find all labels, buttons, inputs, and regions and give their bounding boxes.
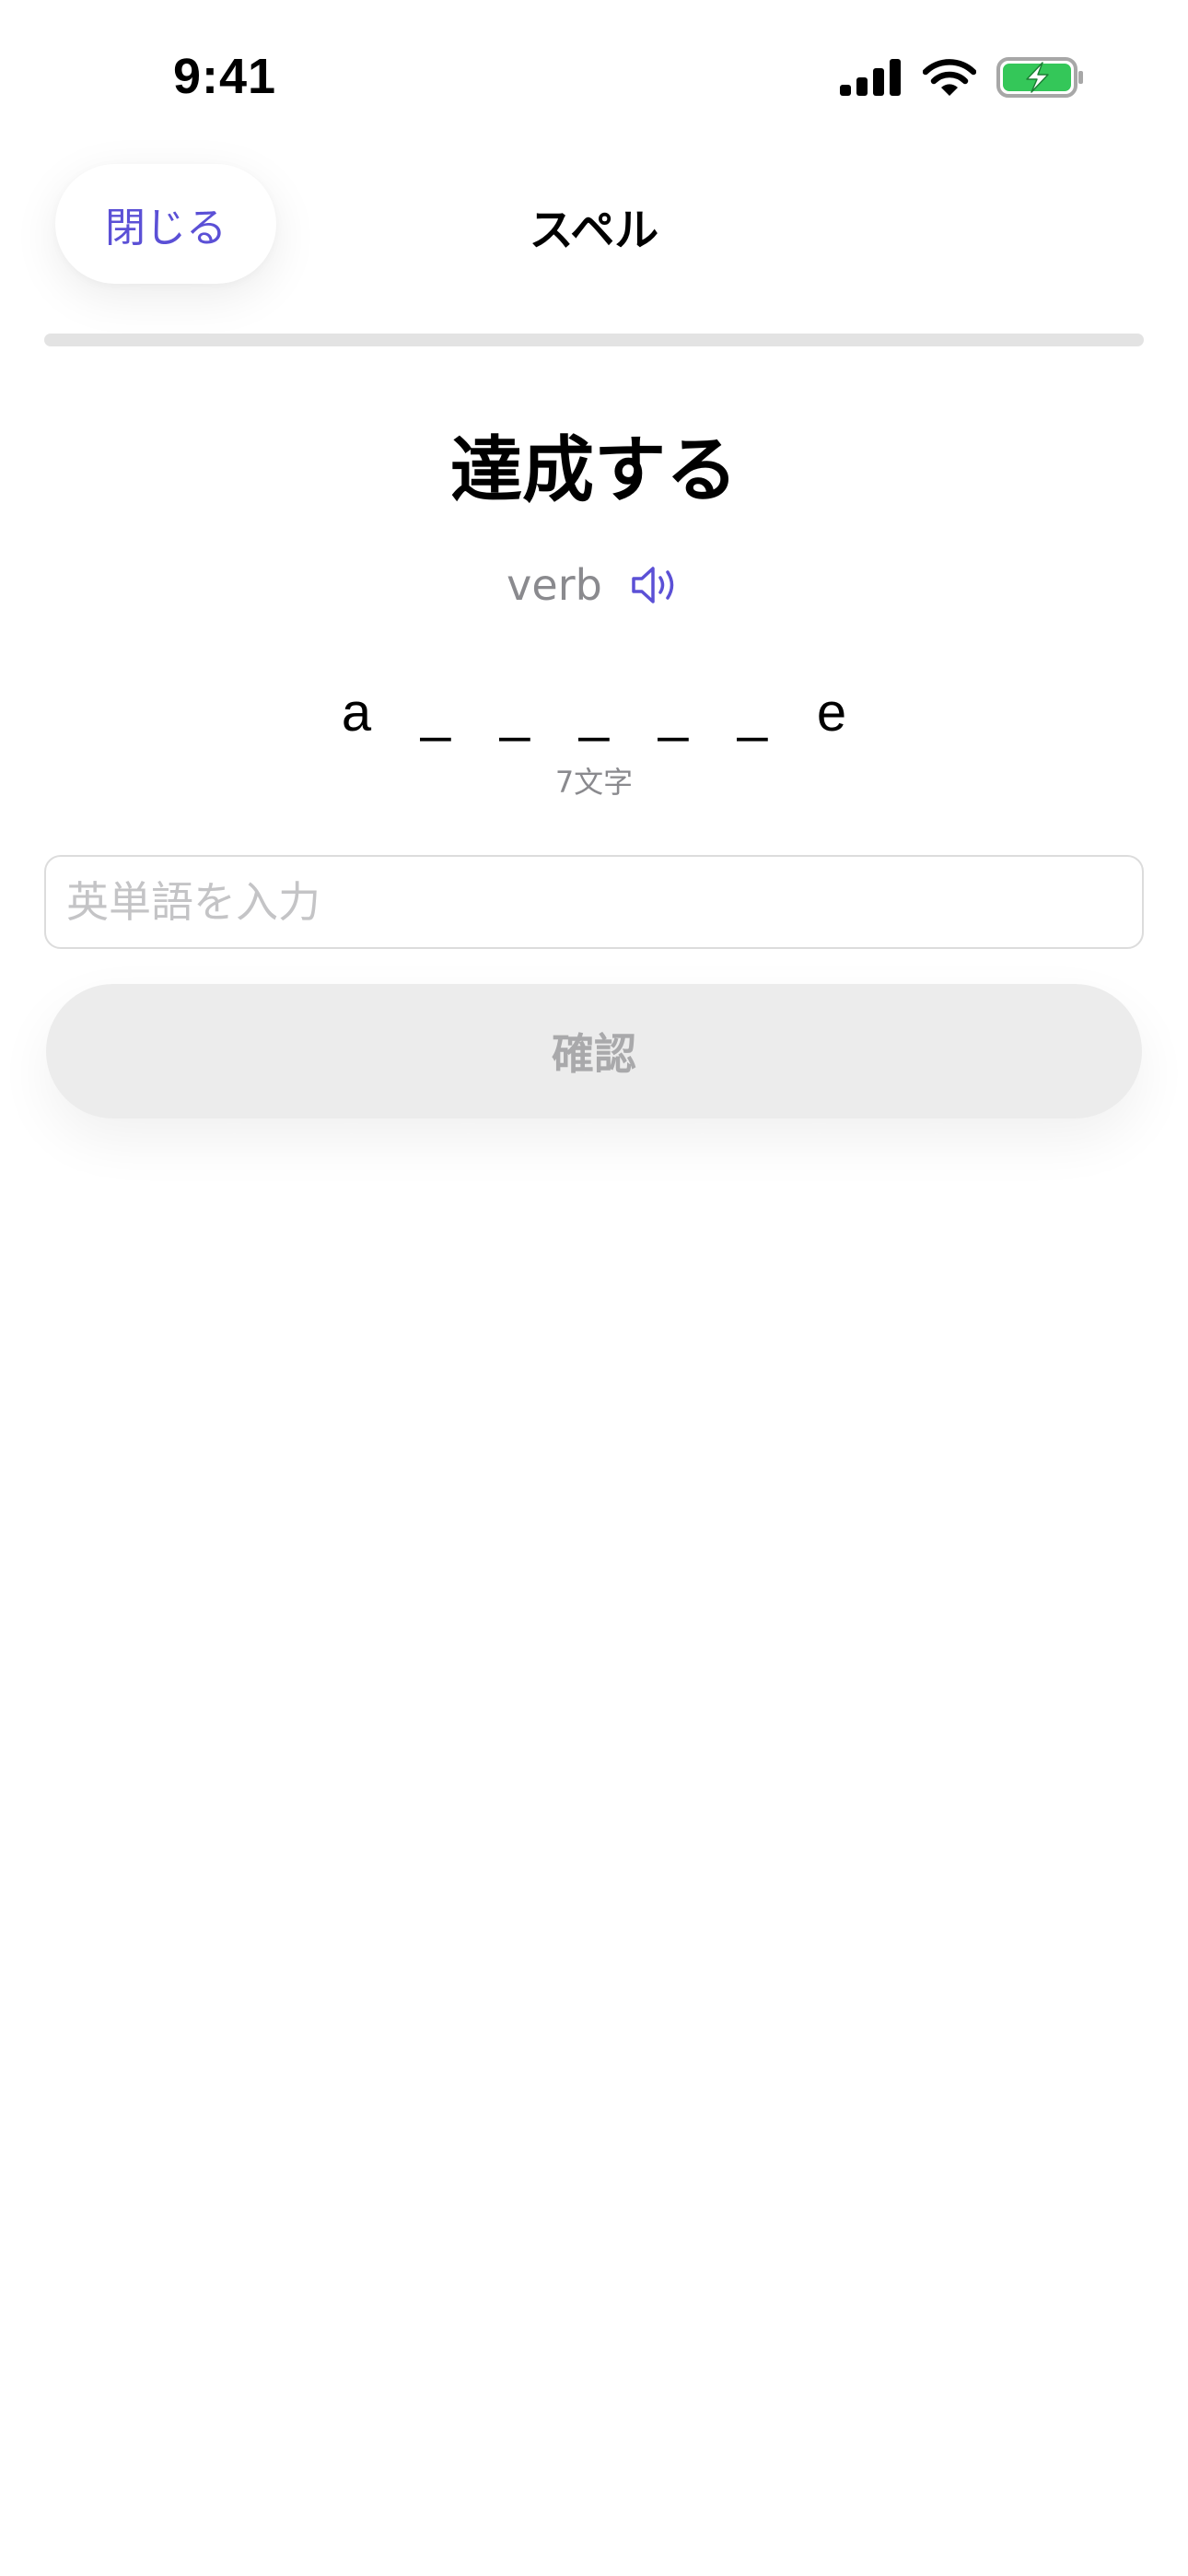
letter-count: 7文字 xyxy=(554,765,634,800)
battery-charging-icon xyxy=(996,57,1083,98)
answer-input[interactable] xyxy=(44,855,1144,949)
hint-letter: e xyxy=(816,683,847,743)
part-of-speech-label: verb xyxy=(507,560,602,610)
hint-blank: _ xyxy=(499,683,530,743)
hint-blank: _ xyxy=(420,683,451,743)
part-of-speech-row: verb xyxy=(0,560,1188,610)
wifi-icon xyxy=(923,59,976,96)
hint-blank: _ xyxy=(578,683,610,743)
spelling-screen: 9:41 閉じる スペル 達成する verb a _ _ _ _ _ e 7文字… xyxy=(0,0,1188,2576)
hint-letter: a xyxy=(341,683,372,743)
page-title: スペル xyxy=(529,205,659,256)
confirm-button[interactable]: 確認 xyxy=(46,984,1142,1118)
progress-bar xyxy=(44,334,1144,346)
hint-letters: a _ _ _ _ _ e xyxy=(0,682,1188,744)
status-time: 9:41 xyxy=(173,49,277,104)
hint-blank: _ xyxy=(737,683,768,743)
speaker-icon[interactable] xyxy=(630,564,681,606)
hint-blank: _ xyxy=(658,683,689,743)
question-word: 達成する xyxy=(449,429,738,512)
status-icons xyxy=(840,57,1085,98)
cellular-signal-icon xyxy=(840,59,901,96)
